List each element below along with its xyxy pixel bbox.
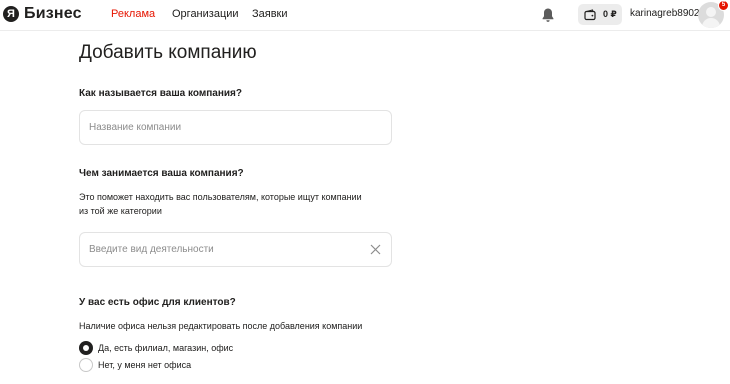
office-heading: У вас есть офис для клиентов? (79, 297, 236, 308)
activity-input[interactable] (89, 233, 359, 266)
activity-helper-line2: из той же категории (79, 206, 162, 216)
notification-badge: 5 (718, 0, 729, 11)
logo-ya-mark: Я (3, 6, 19, 22)
yandex-business-logo[interactable]: Я Бизнес (3, 4, 82, 24)
nav-organizations[interactable]: Организации (172, 0, 239, 30)
clear-icon[interactable] (370, 244, 381, 255)
nav-requests[interactable]: Заявки (252, 0, 288, 30)
radio-label-no-office: Нет, у меня нет офиса (98, 360, 192, 370)
wallet-icon (584, 8, 596, 20)
company-name-field[interactable] (79, 110, 392, 145)
page-title: Добавить компанию (79, 42, 257, 63)
company-name-input[interactable] (89, 111, 359, 144)
nav-reklama[interactable]: Реклама (111, 0, 155, 30)
wallet-button[interactable]: 0 ₽ (578, 4, 622, 25)
activity-helper-line1: Это поможет находить вас пользователям, … (79, 192, 362, 202)
radio-option-no-office[interactable]: Нет, у меня нет офиса (79, 358, 191, 372)
activity-heading: Чем занимается ваша компания? (79, 168, 244, 179)
logo-text: Бизнес (24, 5, 82, 22)
bell-icon[interactable] (541, 7, 555, 23)
company-name-heading: Как называется ваша компания? (79, 88, 242, 99)
radio-unchecked[interactable] (79, 358, 93, 372)
wallet-balance: 0 ₽ (603, 9, 617, 19)
radio-label-has-office: Да, есть филиал, магазин, офис (98, 343, 234, 353)
office-helper: Наличие офиса нельзя редактировать после… (79, 321, 363, 331)
avatar-head (706, 7, 716, 17)
top-bar: Я Бизнес Реклама Организации Заявки 0 ₽ … (0, 0, 730, 31)
username[interactable]: karinagreb8902 (630, 8, 700, 19)
radio-checked[interactable] (79, 341, 93, 355)
avatar-body (702, 18, 720, 28)
radio-option-has-office[interactable]: Да, есть филиал, магазин, офис (79, 341, 233, 355)
activity-field[interactable] (79, 232, 392, 267)
